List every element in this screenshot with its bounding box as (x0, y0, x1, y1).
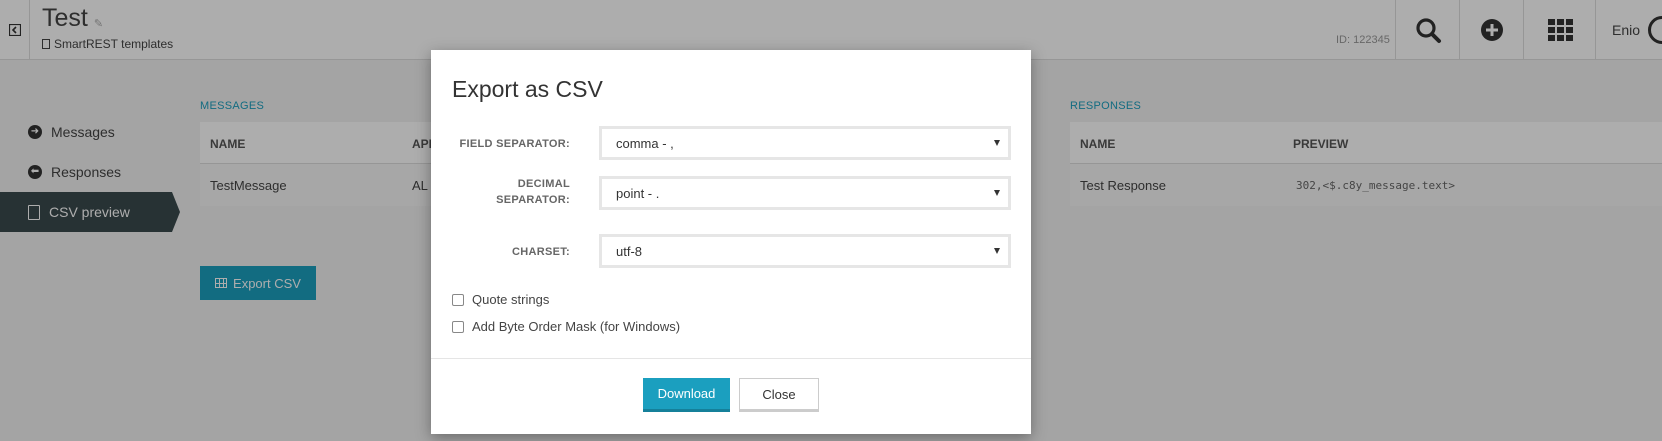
charset-select[interactable]: utf-8 (599, 234, 1011, 268)
field-separator-label: FIELD SEPARATOR: (459, 138, 570, 150)
charset-value: utf-8 (616, 243, 643, 259)
byte-order-mask-checkbox[interactable] (452, 320, 464, 333)
close-button[interactable]: Close (739, 378, 819, 412)
decimal-separator-label-line1: DECIMAL (517, 178, 570, 190)
dialog-footer-divider (431, 358, 1031, 359)
export-csv-dialog: Export as CSV FIELD SEPARATOR: comma - ,… (431, 50, 1031, 434)
chevron-down-icon (994, 190, 1000, 196)
field-separator-select[interactable]: comma - , (599, 126, 1011, 160)
byte-order-mask-label[interactable]: Add Byte Order Mask (for Windows) (472, 319, 680, 334)
byte-order-mask-row: Add Byte Order Mask (for Windows) (452, 319, 680, 334)
charset-label: CHARSET: (511, 246, 570, 258)
quote-strings-checkbox[interactable] (452, 293, 464, 306)
decimal-separator-label: DECIMAL SEPARATOR: (496, 176, 570, 208)
quote-strings-label[interactable]: Quote strings (472, 292, 549, 307)
decimal-separator-label-line2: SEPARATOR: (496, 194, 570, 206)
chevron-down-icon (994, 248, 1000, 254)
download-button[interactable]: Download (643, 378, 730, 412)
field-separator-value: comma - , (616, 135, 674, 151)
decimal-separator-select[interactable]: point - . (599, 176, 1011, 210)
dialog-title: Export as CSV (452, 76, 603, 102)
chevron-down-icon (994, 140, 1000, 146)
decimal-separator-value: point - . (616, 185, 660, 201)
quote-strings-row: Quote strings (452, 292, 549, 307)
